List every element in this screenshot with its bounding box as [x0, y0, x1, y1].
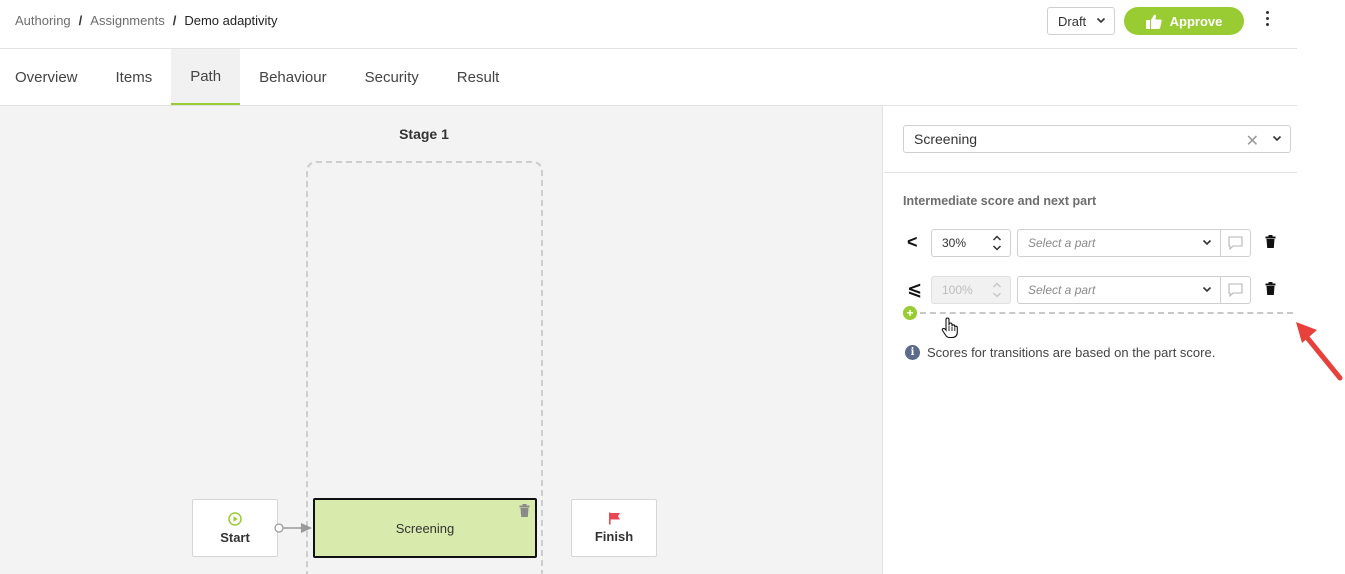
status-select-value: Draft: [1058, 13, 1087, 29]
tab-overview[interactable]: Overview: [0, 49, 97, 105]
breadcrumb: Authoring / Assignments / Demo adaptivit…: [15, 13, 278, 28]
trash-icon[interactable]: [519, 504, 530, 517]
approve-button[interactable]: Approve: [1124, 7, 1244, 35]
breadcrumb-separator: /: [172, 13, 177, 28]
part-select-value: Screening: [914, 131, 978, 147]
tab-items[interactable]: Items: [97, 49, 172, 105]
section-title: Intermediate score and next part: [903, 194, 1097, 208]
tab-result[interactable]: Result: [438, 49, 519, 105]
start-label: Start: [220, 529, 250, 545]
tab-bar: Overview Items Path Behaviour Security R…: [0, 49, 1297, 106]
score-input[interactable]: 30%: [931, 229, 1011, 257]
tab-path[interactable]: Path: [171, 49, 241, 105]
breadcrumb-separator: /: [78, 13, 83, 28]
next-part-placeholder: Select a part: [1028, 283, 1096, 297]
breadcrumb-authoring[interactable]: Authoring: [15, 13, 71, 28]
flag-icon: [608, 512, 620, 525]
score-value: 30%: [942, 236, 967, 250]
clear-icon[interactable]: ✕: [1246, 131, 1259, 151]
header: Authoring / Assignments / Demo adaptivit…: [0, 0, 1297, 49]
add-transition-line[interactable]: +: [903, 306, 1293, 320]
chevron-down-icon: [1202, 286, 1212, 293]
divider: [884, 172, 1297, 173]
trash-icon[interactable]: [1265, 282, 1276, 295]
score-value: 100%: [942, 283, 973, 297]
tab-behaviour[interactable]: Behaviour: [240, 49, 346, 105]
spinner-icon[interactable]: [992, 233, 1002, 253]
breadcrumb-current: Demo adaptivity: [184, 13, 278, 28]
chevron-down-icon[interactable]: [1272, 133, 1282, 143]
comment-icon: [1228, 236, 1243, 250]
next-part-placeholder: Select a part: [1028, 236, 1096, 250]
part-node-label: Screening: [395, 520, 455, 536]
next-part-select[interactable]: Select a part: [1017, 229, 1221, 257]
chevron-down-icon: [1096, 17, 1106, 24]
part-node-screening[interactable]: Screening: [313, 498, 537, 558]
tab-security[interactable]: Security: [346, 49, 438, 105]
chevron-down-icon: [1202, 239, 1212, 246]
comment-icon: [1228, 283, 1243, 297]
start-node[interactable]: Start: [192, 499, 278, 557]
red-arrow-annotation: [1296, 322, 1343, 381]
status-select[interactable]: Draft: [1047, 7, 1115, 35]
insertion-dashed-line[interactable]: [920, 312, 1293, 314]
connector-arrow: [274, 523, 312, 533]
info-icon: i: [905, 345, 920, 360]
info-note: i Scores for transitions are based on th…: [905, 345, 1215, 360]
operator-less-than: <: [907, 232, 918, 252]
spinner-icon: [992, 282, 1002, 298]
hand-cursor-icon: [941, 317, 958, 339]
play-circle-icon: [228, 511, 242, 526]
trash-icon[interactable]: [1265, 235, 1276, 248]
finish-label: Finish: [594, 529, 634, 544]
path-canvas[interactable]: Stage 1 Start Screening Finish: [0, 106, 883, 574]
stage-title: Stage 1: [399, 126, 449, 142]
properties-panel: Screening ✕ Intermediate score and next …: [884, 106, 1297, 574]
comment-button[interactable]: [1221, 276, 1251, 304]
app: Authoring / Assignments / Demo adaptivit…: [0, 0, 1297, 574]
part-select[interactable]: Screening ✕: [903, 125, 1291, 153]
next-part-select[interactable]: Select a part: [1017, 276, 1221, 304]
comment-button[interactable]: [1221, 229, 1251, 257]
transition-rule: ⩽ 100% Select a part: [903, 276, 1293, 304]
score-input-disabled: 100%: [931, 276, 1011, 304]
operator-less-or-equal: ⩽: [907, 279, 923, 299]
kebab-menu-icon[interactable]: [1262, 11, 1272, 29]
transition-rule: < 30% Select a part: [903, 229, 1293, 257]
thumbs-up-icon: [1145, 14, 1162, 29]
info-text: Scores for transitions are based on the …: [927, 345, 1216, 360]
approve-label: Approve: [1169, 13, 1223, 29]
plus-circle-icon[interactable]: +: [903, 306, 917, 320]
breadcrumb-assignments[interactable]: Assignments: [90, 13, 164, 28]
finish-node[interactable]: Finish: [571, 499, 657, 557]
